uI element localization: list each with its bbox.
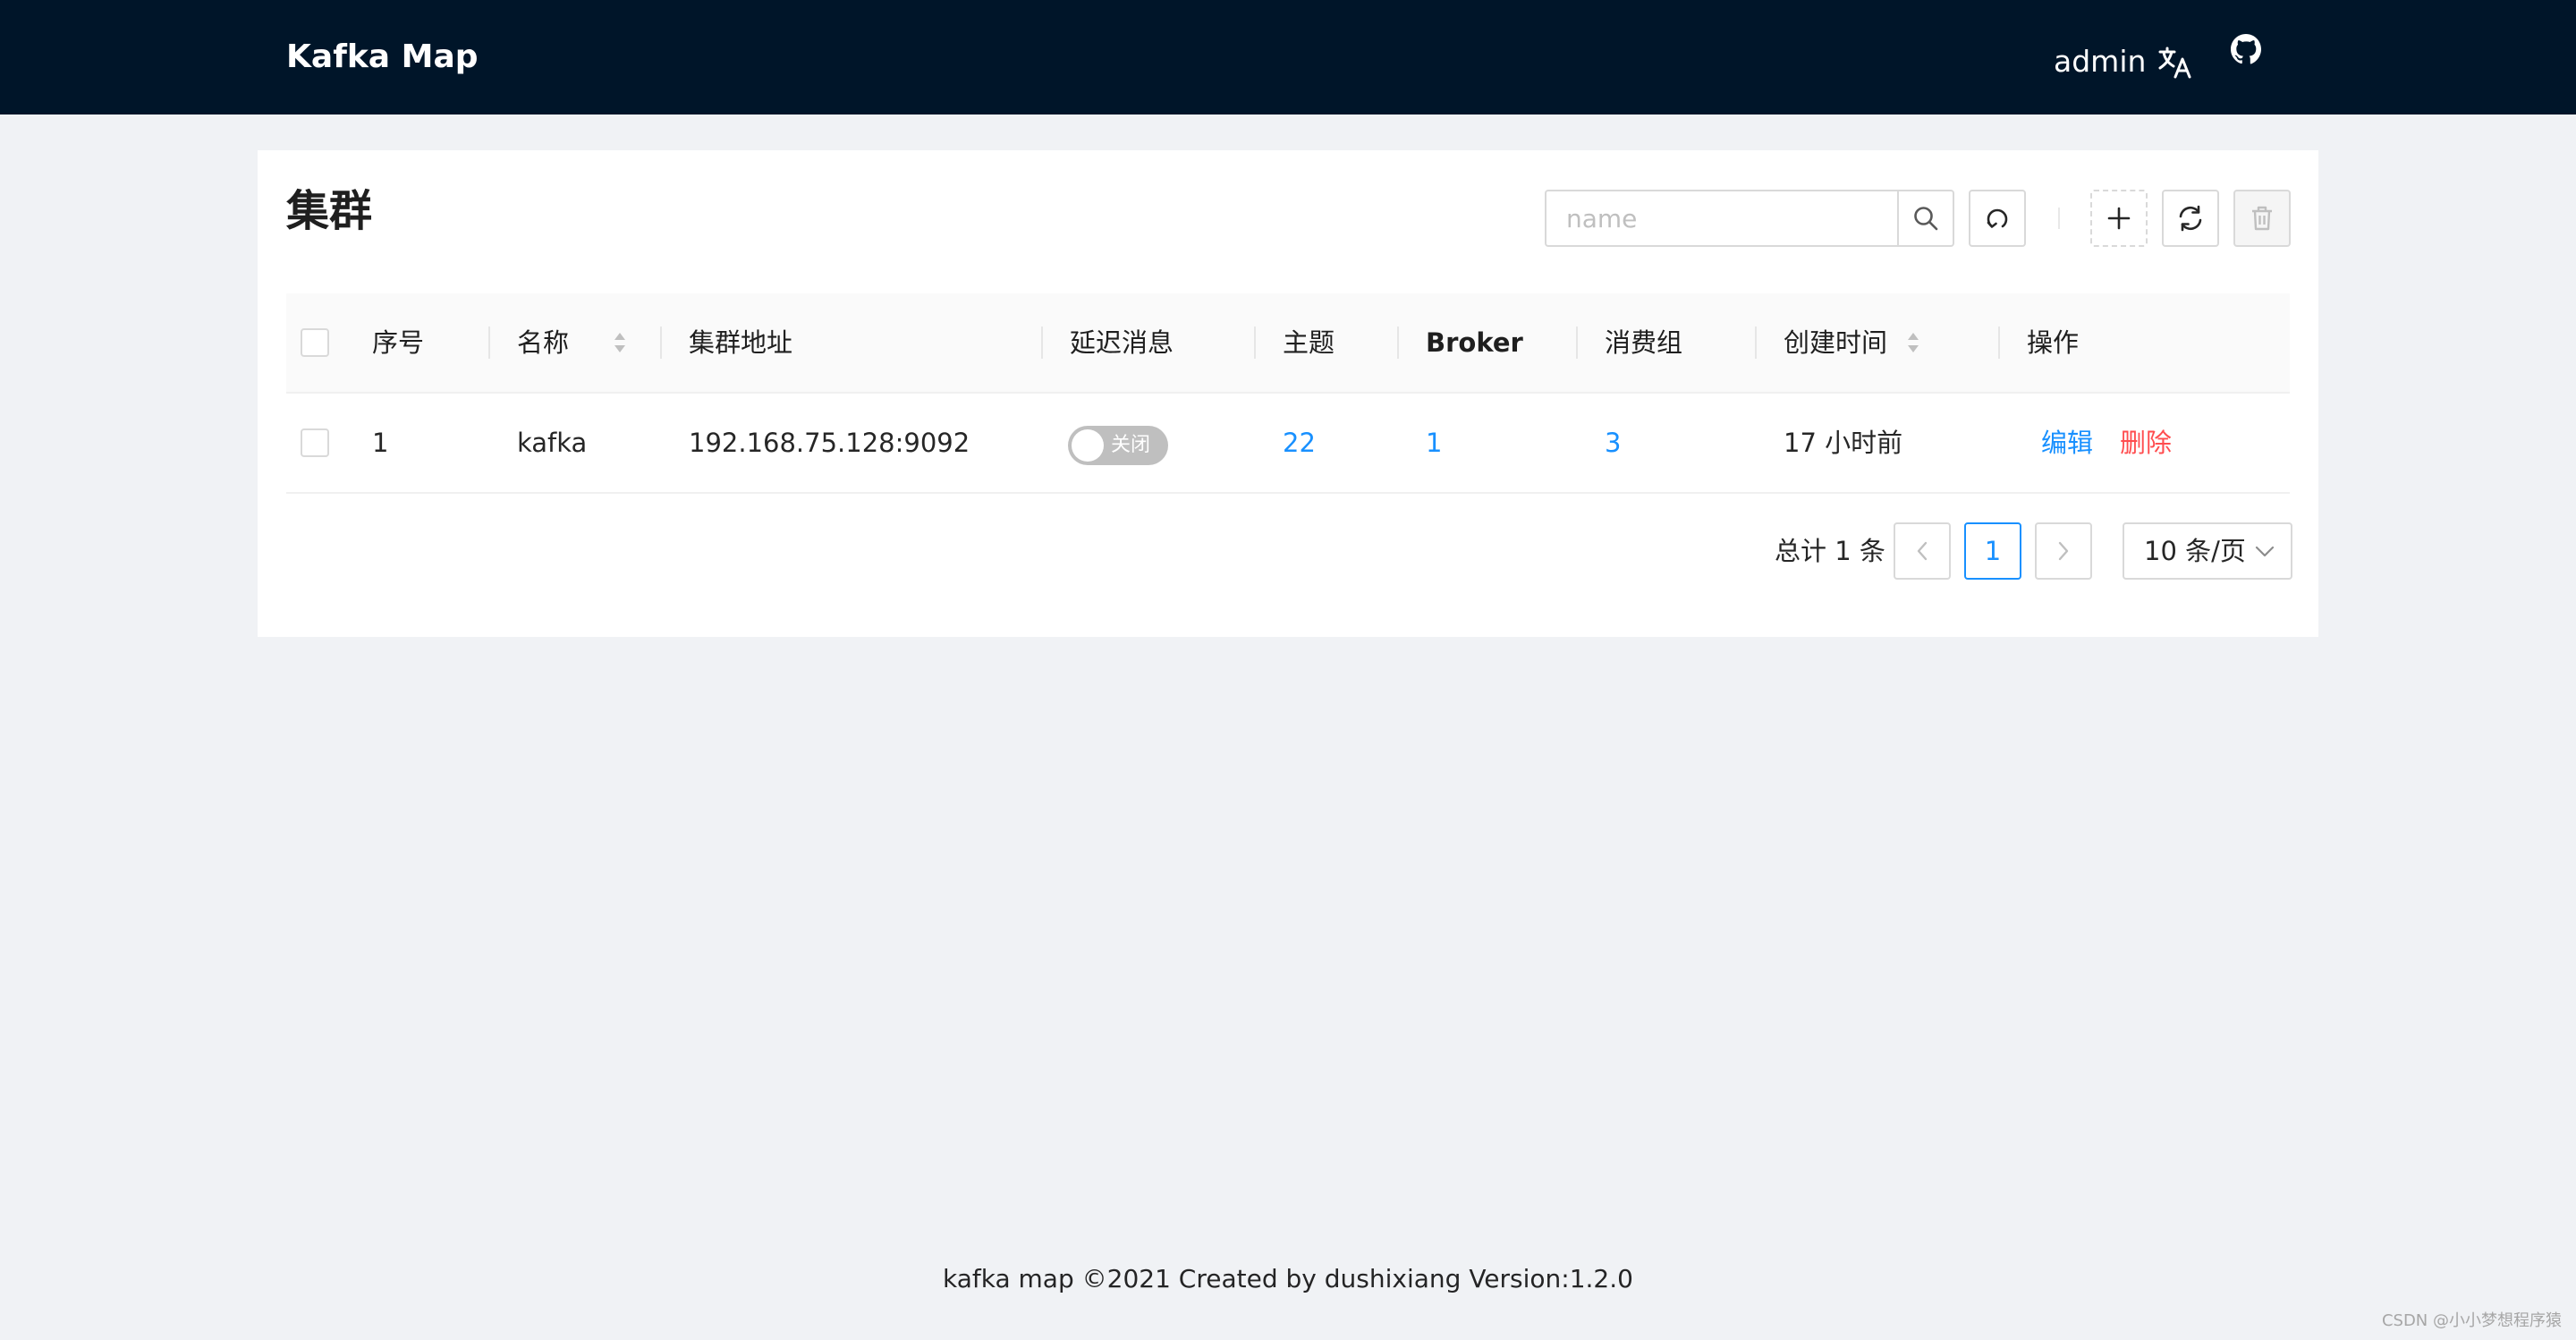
batch-delete-button[interactable]	[2233, 190, 2291, 247]
column-header-topics: 主题	[1283, 327, 1335, 358]
search-input[interactable]	[1546, 191, 1897, 245]
cell-address: 192.168.75.128:9092	[689, 428, 970, 458]
brand-logo-text[interactable]: Kafka Map	[286, 0, 479, 114]
refresh-button[interactable]	[2162, 190, 2219, 247]
column-header-name[interactable]: 名称	[517, 293, 569, 392]
top-navbar: Kafka Map admin	[0, 0, 2576, 114]
reset-button[interactable]	[1969, 190, 2026, 247]
search-box	[1545, 190, 1954, 247]
column-divider	[1041, 327, 1043, 359]
github-icon[interactable]	[2229, 32, 2263, 66]
switch-label: 关闭	[1111, 434, 1151, 456]
cluster-table: 序号 名称 集群地址 延迟消息 主题 Broker 消费组 创建时间 操作 1 …	[286, 293, 2290, 494]
footer-text: kafka map ©2021 Created by dushixiang Ve…	[943, 1264, 1633, 1293]
column-divider	[660, 327, 662, 359]
delay-message-switch[interactable]: 关闭	[1068, 426, 1168, 465]
column-header-consumer-groups: 消费组	[1605, 327, 1683, 358]
chevron-right-icon	[2058, 541, 2069, 561]
reset-icon	[1987, 208, 2008, 228]
page-size-value: 10 条/页	[2144, 536, 2246, 566]
column-divider	[1998, 327, 2000, 359]
brokers-link[interactable]: 1	[1426, 394, 1442, 492]
sync-icon	[2179, 205, 2202, 232]
delete-link[interactable]: 删除	[2120, 394, 2172, 492]
pagination-total: 总计 1 条	[1775, 536, 1885, 566]
add-cluster-button[interactable]	[2090, 190, 2148, 247]
cell-created-time: 17 小时前	[1784, 428, 1903, 458]
page-1-button[interactable]: 1	[1964, 522, 2021, 580]
select-all-checkbox[interactable]	[301, 328, 329, 357]
column-divider	[1397, 327, 1399, 359]
prev-page-button[interactable]	[1894, 522, 1951, 580]
cell-index: 1	[372, 428, 389, 458]
watermark: CSDN @小小梦想程序猿	[2381, 1311, 2562, 1330]
search-button[interactable]	[1897, 191, 1953, 245]
column-divider	[488, 327, 490, 359]
column-header-created-time[interactable]: 创建时间	[1784, 293, 1887, 392]
column-header-index: 序号	[372, 327, 425, 358]
switch-knob	[1072, 429, 1104, 462]
next-page-button[interactable]	[2035, 522, 2092, 580]
edit-link[interactable]: 编辑	[2041, 394, 2093, 492]
page-size-select[interactable]: 10 条/页	[2123, 522, 2292, 580]
cell-name: kafka	[517, 428, 588, 458]
table-header: 序号 名称 集群地址 延迟消息 主题 Broker 消费组 创建时间 操作	[286, 293, 2290, 394]
user-menu[interactable]: admin	[2054, 0, 2146, 123]
column-header-actions: 操作	[2027, 327, 2080, 358]
chevron-left-icon	[1917, 541, 1928, 561]
row-checkbox[interactable]	[301, 428, 329, 457]
column-header-broker: Broker	[1426, 327, 1523, 358]
trash-icon	[2252, 206, 2272, 231]
translate-icon[interactable]	[2157, 45, 2193, 81]
column-header-address: 集群地址	[689, 327, 793, 358]
page-title: 集群	[286, 186, 373, 236]
search-icon	[1914, 207, 1938, 231]
column-divider	[1254, 327, 1256, 359]
chevron-down-icon	[2255, 546, 2275, 557]
table-row: 1 kafka 192.168.75.128:9092 关闭 22 1 3 17…	[286, 394, 2290, 494]
toolbar-divider	[2058, 208, 2060, 229]
sort-icon[interactable]	[612, 329, 628, 356]
column-divider	[1576, 327, 1578, 359]
column-header-delay-message: 延迟消息	[1070, 327, 1174, 358]
topics-link[interactable]: 22	[1283, 394, 1316, 492]
cluster-card: 集群 name 序号 名称 集群地址 延迟消息 主题 Broker 消费组 创建…	[258, 150, 2318, 637]
consumer-groups-link[interactable]: 3	[1605, 394, 1621, 492]
sort-icon[interactable]	[1905, 329, 1921, 356]
plus-icon	[2107, 207, 2131, 230]
column-divider	[1755, 327, 1757, 359]
